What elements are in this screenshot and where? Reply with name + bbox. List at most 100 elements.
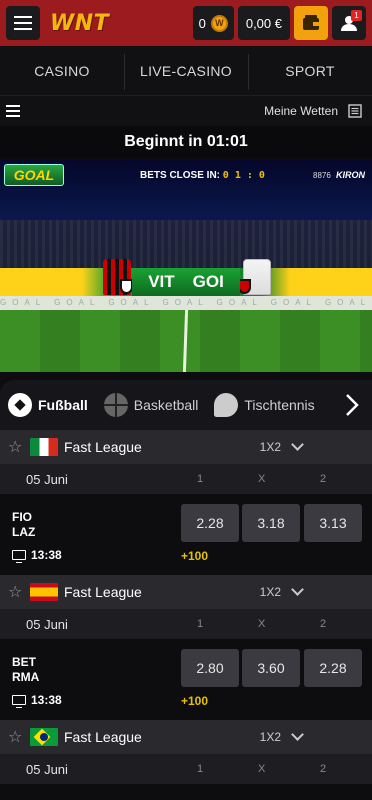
away-team: RMA	[12, 670, 40, 684]
market-selector[interactable]: 1X2	[259, 583, 304, 599]
league-header[interactable]: ☆ Fast League 1X2	[0, 575, 372, 609]
match-time-label: 13:38	[31, 548, 62, 562]
favorite-star-icon[interactable]: ☆	[8, 727, 26, 747]
football-icon	[8, 393, 32, 417]
odds-header-1: 1	[197, 618, 204, 630]
chevron-right-icon	[346, 394, 359, 416]
match-date: 05 Juni	[26, 471, 68, 487]
match-date: 05 Juni	[26, 616, 68, 632]
odds-header-2: 2	[320, 763, 327, 775]
basketball-icon	[103, 393, 128, 417]
home-team: BET	[12, 655, 36, 669]
sport-menu-icon[interactable]	[6, 105, 20, 117]
away-team-code: GOI	[192, 272, 224, 291]
notification-badge: 1	[351, 10, 362, 21]
brand-logo[interactable]: WNT	[50, 11, 109, 36]
odd-draw[interactable]: 3.60	[242, 649, 300, 687]
tab-live-casino[interactable]: LIVE-CASINO	[124, 53, 248, 90]
betslip-icon	[348, 104, 362, 118]
tab-casino[interactable]: CASINO	[0, 63, 124, 79]
market-label: 1X2	[259, 730, 281, 744]
date-row: 05 Juni 1 X 2	[0, 609, 372, 639]
tab-football[interactable]: Fußball	[0, 393, 96, 417]
kiron-brand: KIRON	[336, 170, 365, 180]
market-label: 1X2	[259, 440, 281, 454]
sport-category-tabs: Fußball Basketball Tischtennis	[0, 380, 372, 430]
league-name: Fast League	[64, 439, 142, 455]
table-tennis-icon	[214, 393, 239, 417]
event-countdown: Beginnt in 01:01	[0, 126, 372, 158]
match-row[interactable]: FIO LAZ 13:38 2.28 3.18 3.13 +100	[0, 494, 372, 578]
tab-table-tennis[interactable]: Tischtennis	[206, 393, 322, 417]
chevron-down-icon	[291, 583, 304, 596]
chevron-down-icon	[291, 438, 304, 451]
coin-icon: W	[210, 14, 228, 32]
tab-basketball[interactable]: Basketball	[96, 393, 207, 417]
top-header: WNT 0 W 0,00 € 1	[0, 0, 372, 46]
market-label: 1X2	[259, 585, 281, 599]
odds-header-x: X	[258, 618, 266, 630]
odds-header-1: 1	[197, 763, 204, 775]
date-row: 05 Juni 1 X 2	[0, 464, 372, 494]
more-markets-link[interactable]: +100	[181, 549, 208, 563]
home-team: FIO	[12, 510, 32, 524]
odd-away[interactable]: 2.28	[304, 649, 362, 687]
odds-header-1: 1	[197, 473, 204, 485]
scoreboard-teams: VIT GOI	[132, 268, 240, 296]
tab-table-tennis-label: Tischtennis	[244, 397, 315, 413]
match-time-label: 13:38	[31, 693, 62, 707]
wallet-balance[interactable]: 0,00 €	[237, 6, 290, 40]
tab-football-label: Fußball	[38, 397, 88, 413]
match-time: 13:38	[12, 548, 62, 563]
league-header[interactable]: ☆ Fast League 1X2	[0, 720, 372, 754]
more-markets-link[interactable]: +100	[181, 694, 208, 708]
coins-balance[interactable]: 0 W	[192, 6, 234, 40]
italy-flag-icon	[30, 438, 58, 456]
odd-away[interactable]: 3.13	[304, 504, 362, 542]
video-match-id: 8876	[313, 171, 331, 180]
favorite-star-icon[interactable]: ☆	[8, 582, 26, 602]
away-team: LAZ	[12, 525, 36, 539]
scroll-right-button[interactable]	[332, 380, 372, 430]
odds-header-2: 2	[320, 618, 327, 630]
league-name: Fast League	[64, 584, 142, 600]
chevron-down-icon	[291, 728, 304, 741]
my-bets-label: Meine Wetten	[264, 104, 338, 118]
favorite-star-icon[interactable]: ☆	[8, 437, 26, 457]
match-date: 05 Juni	[26, 761, 68, 777]
tab-basketball-label: Basketball	[133, 397, 199, 413]
sport-subbar: Meine Wetten	[0, 96, 372, 126]
tv-icon	[12, 695, 26, 708]
main-navigation: CASINO LIVE-CASINO SPORT	[0, 46, 372, 96]
odds-header-2: 2	[320, 473, 327, 485]
odd-home[interactable]: 2.80	[181, 649, 239, 687]
goal-channel-logo: GOAL	[4, 164, 64, 186]
odd-home[interactable]: 2.28	[181, 504, 239, 542]
odds-header-x: X	[258, 473, 266, 485]
league-header[interactable]: ☆ Fast League 1X2	[0, 430, 372, 464]
league-name: Fast League	[64, 729, 142, 745]
match-time: 13:38	[12, 693, 62, 708]
match-row[interactable]: BET RMA 13:38 2.80 3.60 2.28 +100	[0, 639, 372, 723]
odds-header-x: X	[258, 763, 266, 775]
wallet-button[interactable]	[294, 6, 328, 40]
bets-close-digits: 0 1 : 0	[222, 170, 265, 181]
date-row: 05 Juni 1 X 2	[0, 754, 372, 784]
bets-close-label: BETS CLOSE IN:	[140, 170, 221, 181]
advertising-board: GOAL GOAL GOAL GOAL GOAL GOAL GOAL GOAL …	[0, 296, 372, 310]
my-bets-link[interactable]: Meine Wetten	[264, 104, 362, 118]
spain-flag-icon	[30, 583, 58, 601]
tab-sport[interactable]: SPORT	[248, 53, 372, 90]
main-menu-button[interactable]	[6, 6, 40, 40]
bets-close-timer: BETS CLOSE IN: 0 1 : 0	[140, 170, 265, 181]
coins-value: 0	[198, 15, 206, 31]
home-team-code: VIT	[148, 272, 175, 291]
live-video-stream[interactable]: GOAL BETS CLOSE IN: 0 1 : 0 8876 KIRON V…	[0, 160, 372, 372]
wallet-icon	[303, 15, 319, 30]
market-selector[interactable]: 1X2	[259, 438, 304, 454]
market-selector[interactable]: 1X2	[259, 728, 304, 744]
odd-draw[interactable]: 3.18	[242, 504, 300, 542]
tv-icon	[12, 550, 26, 563]
profile-button[interactable]: 1	[332, 6, 366, 40]
brazil-flag-icon	[30, 728, 58, 746]
